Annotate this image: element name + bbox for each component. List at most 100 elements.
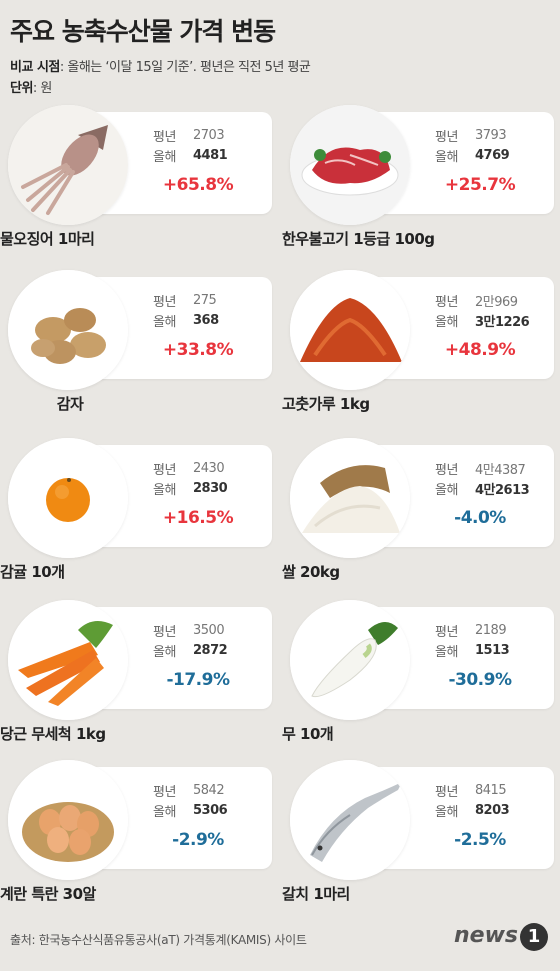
current-label: 올해 bbox=[435, 149, 458, 165]
current-price: 4만2613 bbox=[475, 482, 530, 498]
eggs-icon bbox=[8, 760, 128, 880]
current-row: 올해 4만2613 bbox=[435, 478, 553, 498]
price-item: 평년 5842 올해 5306 -2.9% 계란 특란 30알 bbox=[0, 760, 275, 920]
average-price: 275 bbox=[193, 292, 217, 308]
average-row: 평년 2430 bbox=[153, 458, 271, 478]
average-row: 평년 8415 bbox=[435, 780, 553, 800]
current-row: 올해 2830 bbox=[153, 478, 271, 498]
current-row: 올해 5306 bbox=[153, 800, 271, 820]
current-row: 올해 8203 bbox=[435, 800, 553, 820]
current-row: 올해 1513 bbox=[435, 640, 553, 660]
current-price: 3만1226 bbox=[475, 314, 530, 330]
page-title: 주요 농축수산물 가격 변동 bbox=[10, 17, 276, 46]
current-price: 5306 bbox=[193, 802, 228, 818]
unit-note: 단위: 원 bbox=[10, 77, 52, 96]
average-row: 평년 4만4387 bbox=[435, 458, 553, 478]
item-name: 쌀 20kg bbox=[282, 563, 340, 581]
change-rate: +48.9% bbox=[444, 340, 516, 360]
potato-icon bbox=[8, 270, 128, 390]
current-label: 올해 bbox=[435, 314, 458, 330]
current-price: 4481 bbox=[193, 147, 228, 163]
change-rate: +25.7% bbox=[444, 175, 516, 195]
unit-text: : 원 bbox=[32, 81, 52, 96]
price-item: 평년 4만4387 올해 4만2613 -4.0% 쌀 20kg bbox=[282, 438, 557, 598]
average-price: 2만969 bbox=[475, 294, 518, 310]
current-price: 1513 bbox=[475, 642, 510, 658]
average-label: 평년 bbox=[153, 294, 176, 310]
average-row: 평년 275 bbox=[153, 290, 271, 310]
current-label: 올해 bbox=[435, 804, 458, 820]
price-item: 평년 2만969 올해 3만1226 +48.9% 고춧가루 1kg bbox=[282, 270, 557, 430]
rice-icon bbox=[290, 438, 410, 558]
current-row: 올해 4769 bbox=[435, 145, 553, 165]
current-price: 2830 bbox=[193, 480, 228, 496]
change-rate: -4.0% bbox=[454, 508, 506, 528]
price-item: 평년 3500 올해 2872 -17.9% 당근 무세척 1kg bbox=[0, 600, 275, 760]
price-values: 평년 2189 올해 1513 -30.9% bbox=[435, 620, 553, 691]
comparison-label: 비교 시점 bbox=[10, 60, 60, 75]
item-name: 무 10개 bbox=[282, 725, 334, 743]
average-price: 3793 bbox=[475, 127, 507, 143]
item-name: 갈치 1마리 bbox=[282, 885, 350, 903]
price-item: 평년 8415 올해 8203 -2.5% 갈치 1마리 bbox=[282, 760, 557, 920]
change-rate: +16.5% bbox=[162, 508, 234, 528]
average-row: 평년 2만969 bbox=[435, 290, 553, 310]
squid-icon bbox=[8, 105, 128, 225]
current-label: 올해 bbox=[153, 644, 176, 660]
average-label: 평년 bbox=[435, 294, 458, 310]
current-label: 올해 bbox=[153, 482, 176, 498]
comparison-note: 비교 시점: 올해는 ‘이달 15일 기준’. 평년은 직전 5년 평균 bbox=[10, 56, 311, 75]
current-label: 올해 bbox=[153, 314, 176, 330]
current-row: 올해 4481 bbox=[153, 145, 271, 165]
average-price: 8415 bbox=[475, 782, 507, 798]
beef-icon bbox=[290, 105, 410, 225]
carrot-icon bbox=[8, 600, 128, 720]
average-row: 평년 3500 bbox=[153, 620, 271, 640]
current-label: 올해 bbox=[153, 149, 176, 165]
average-row: 평년 5842 bbox=[153, 780, 271, 800]
news1-logo: news 1 bbox=[454, 923, 548, 951]
item-name: 고춧가루 1kg bbox=[282, 395, 370, 413]
hairtail-icon bbox=[290, 760, 410, 880]
logo-text: news bbox=[453, 923, 518, 948]
current-price: 2872 bbox=[193, 642, 228, 658]
average-label: 평년 bbox=[153, 624, 176, 640]
price-values: 평년 275 올해 368 +33.8% bbox=[153, 290, 271, 361]
tangerine-icon bbox=[8, 438, 128, 558]
price-values: 평년 3793 올해 4769 +25.7% bbox=[435, 125, 553, 196]
average-row: 평년 2189 bbox=[435, 620, 553, 640]
price-item: 평년 2430 올해 2830 +16.5% 감귤 10개 bbox=[0, 438, 275, 598]
source-note: 출처: 한국농수산식품유통공사(aT) 가격통계(KAMIS) 사이트 bbox=[10, 933, 307, 947]
change-rate: -17.9% bbox=[166, 670, 230, 690]
item-name: 한우불고기 1등급 100g bbox=[282, 230, 435, 248]
average-row: 평년 3793 bbox=[435, 125, 553, 145]
unit-label: 단위 bbox=[10, 81, 33, 96]
change-rate: +65.8% bbox=[162, 175, 234, 195]
average-label: 평년 bbox=[435, 462, 458, 478]
current-price: 4769 bbox=[475, 147, 510, 163]
average-label: 평년 bbox=[435, 129, 458, 145]
average-price: 5842 bbox=[193, 782, 225, 798]
current-row: 올해 3만1226 bbox=[435, 310, 553, 330]
item-name: 물오징어 1마리 bbox=[0, 230, 95, 248]
price-values: 평년 5842 올해 5306 -2.9% bbox=[153, 780, 271, 851]
price-values: 평년 4만4387 올해 4만2613 -4.0% bbox=[435, 458, 553, 529]
average-label: 평년 bbox=[153, 129, 176, 145]
average-price: 4만4387 bbox=[475, 462, 526, 478]
price-item: 평년 275 올해 368 +33.8% 감자 bbox=[0, 270, 275, 430]
average-price: 2189 bbox=[475, 622, 507, 638]
current-price: 8203 bbox=[475, 802, 510, 818]
price-item: 평년 3793 올해 4769 +25.7% 한우불고기 1등급 100g bbox=[282, 105, 557, 265]
price-values: 평년 2430 올해 2830 +16.5% bbox=[153, 458, 271, 529]
price-values: 평년 8415 올해 8203 -2.5% bbox=[435, 780, 553, 851]
item-name: 계란 특란 30알 bbox=[0, 885, 96, 903]
radish-icon bbox=[290, 600, 410, 720]
average-price: 2703 bbox=[193, 127, 225, 143]
average-label: 평년 bbox=[153, 462, 176, 478]
item-name: 당근 무세척 1kg bbox=[0, 725, 106, 743]
price-values: 평년 2703 올해 4481 +65.8% bbox=[153, 125, 271, 196]
average-price: 3500 bbox=[193, 622, 225, 638]
price-values: 평년 3500 올해 2872 -17.9% bbox=[153, 620, 271, 691]
average-label: 평년 bbox=[435, 784, 458, 800]
current-label: 올해 bbox=[435, 644, 458, 660]
